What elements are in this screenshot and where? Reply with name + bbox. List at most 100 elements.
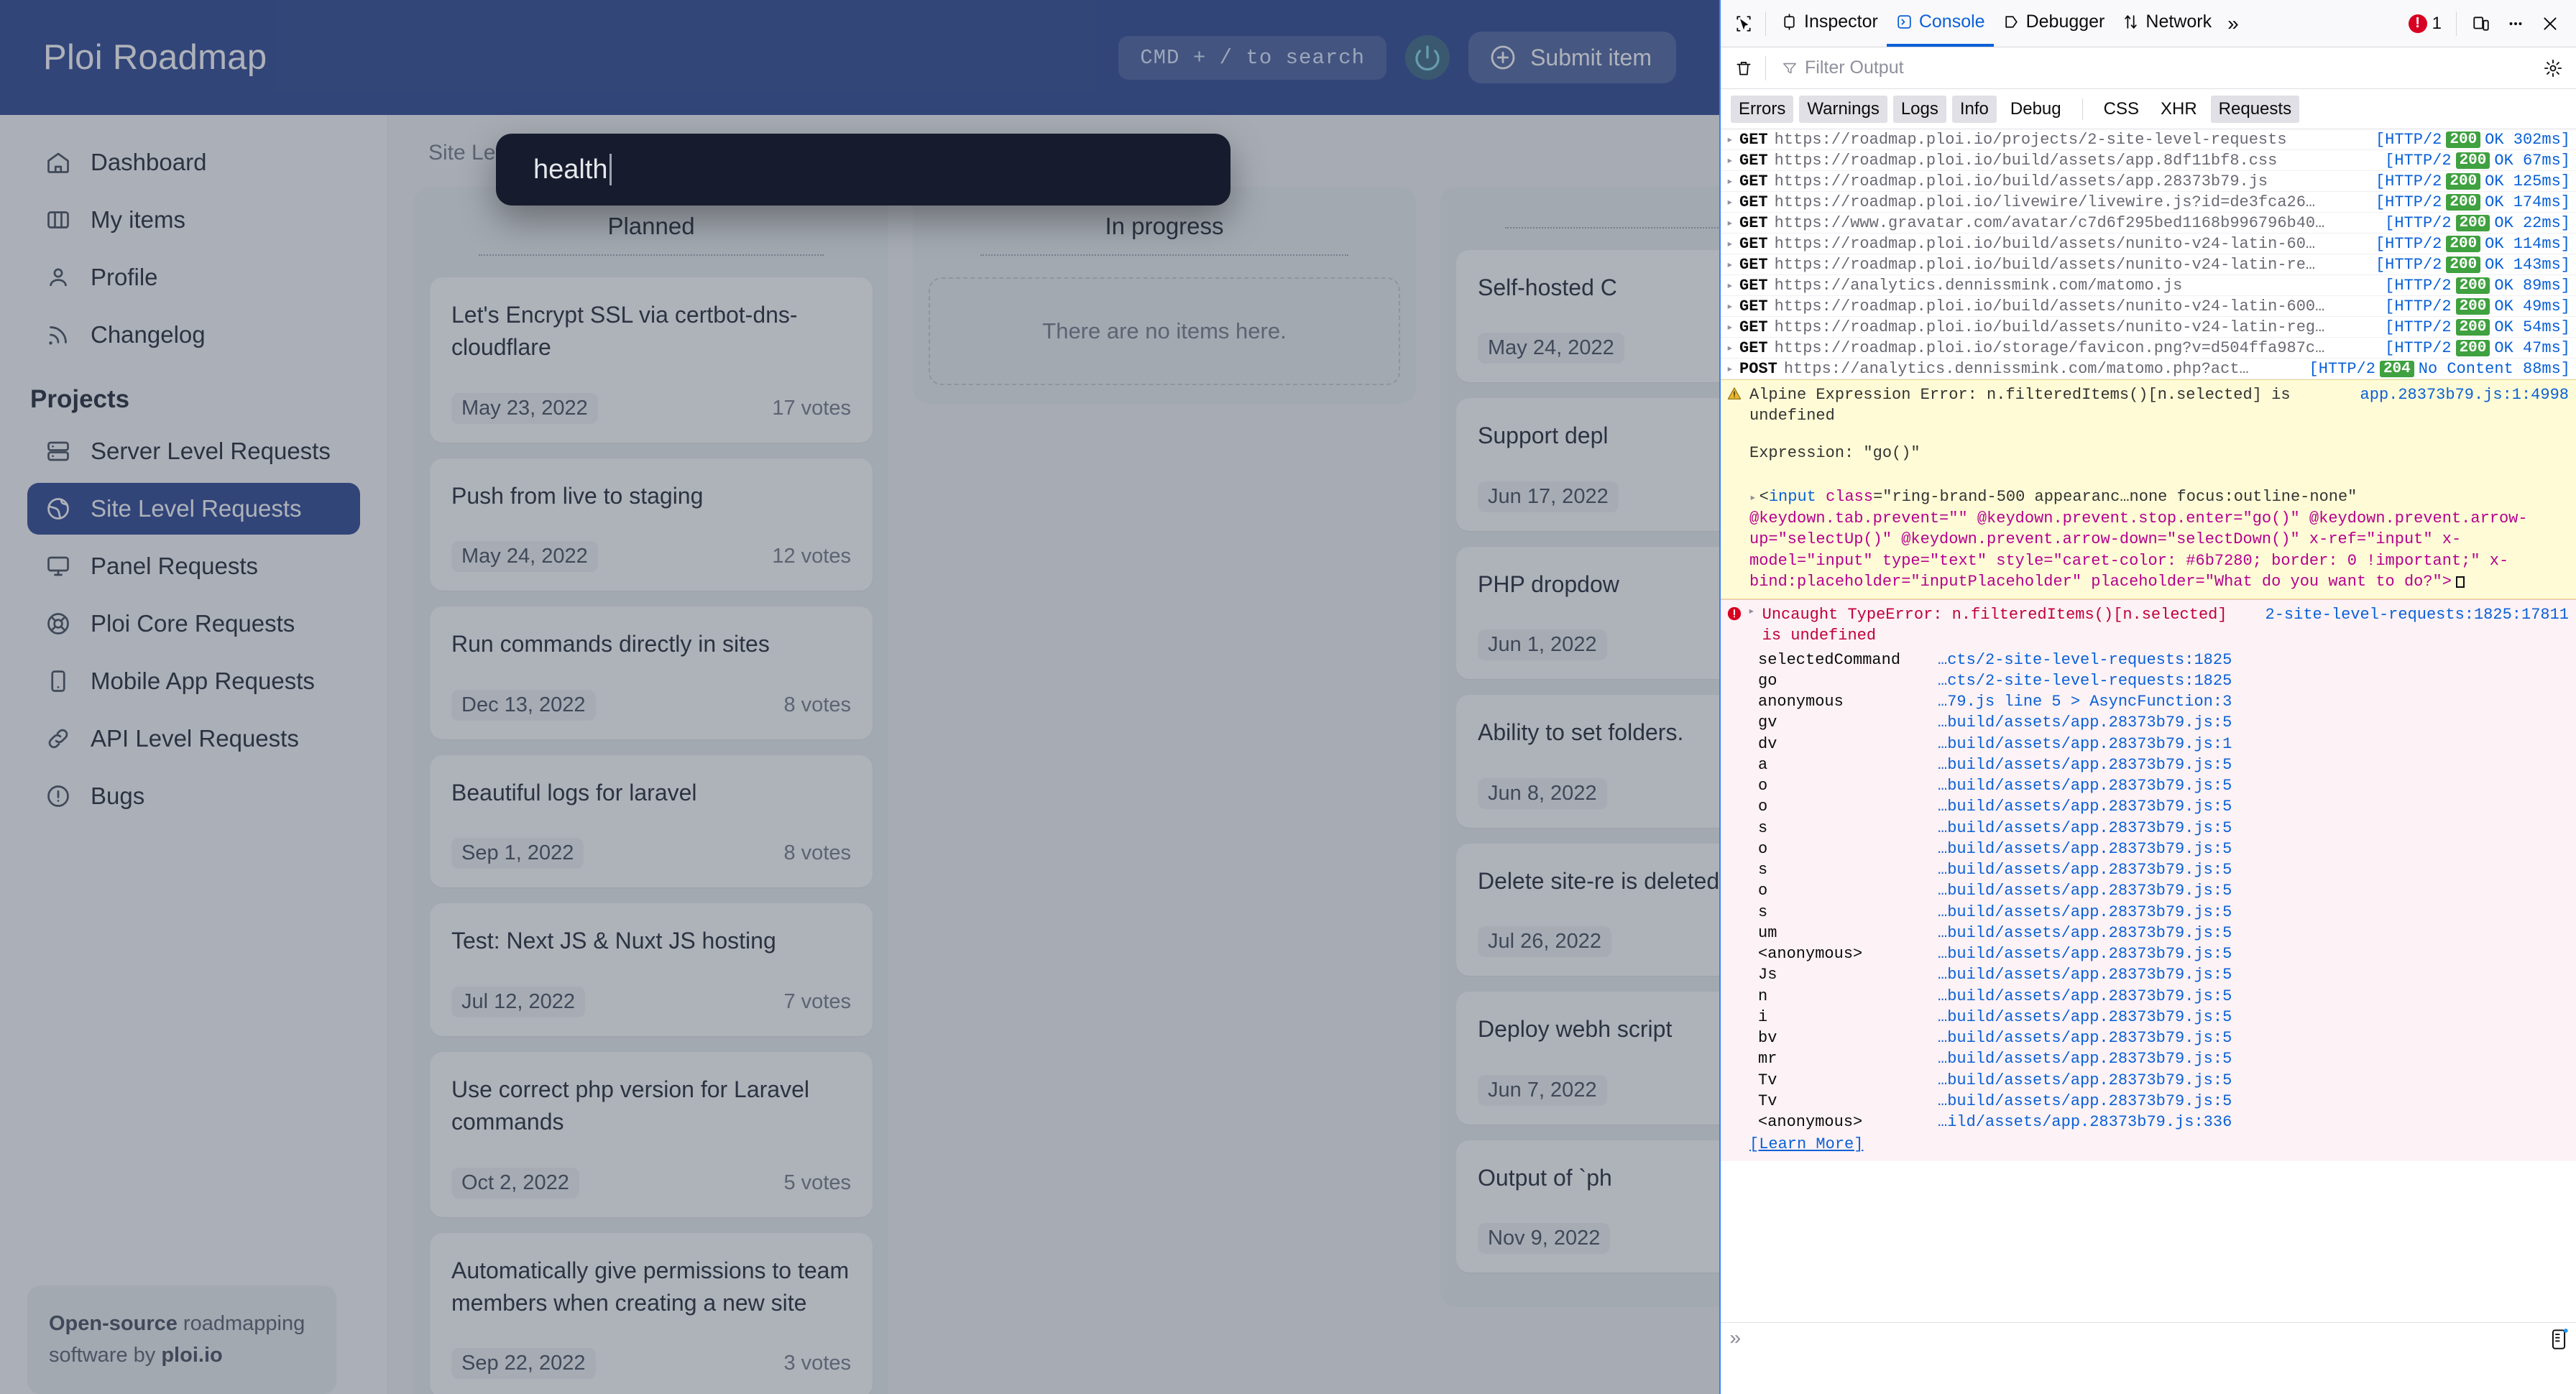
list-item[interactable]: PHP dropdow Jun 1, 2022 (1456, 546, 1719, 680)
console-input-row[interactable]: » (1721, 1322, 2576, 1394)
stack-loc[interactable]: …build/assets/app.28373b79.js:5 (1938, 1070, 2232, 1091)
sidebar-item-changelog[interactable]: Changelog (27, 309, 360, 361)
console-network-row[interactable]: ▸ GET https://roadmap.ploi.io/livewire/l… (1721, 192, 2576, 213)
list-item[interactable]: Test: Next JS & Nuxt JS hosting Jul 12, … (430, 903, 873, 1036)
responsive-mode-icon[interactable] (2465, 8, 2497, 40)
filter-output-input[interactable]: Filter Output (1782, 57, 2537, 78)
tab-network[interactable]: Network (2113, 1, 2220, 47)
stack-loc[interactable]: …build/assets/app.28373b79.js:5 (1938, 1028, 2232, 1048)
expand-triangle-icon[interactable]: ▸ (1748, 604, 1755, 619)
sidebar-item-ploi-core-requests[interactable]: Ploi Core Requests (27, 598, 360, 650)
meatball-menu-icon[interactable] (2500, 8, 2531, 40)
console-network-row[interactable]: ▸ GET https://roadmap.ploi.io/storage/fa… (1721, 338, 2576, 359)
expand-triangle-icon[interactable]: ▸ (1726, 132, 1739, 147)
list-item[interactable]: Output of `ph Nov 9, 2022 (1456, 1140, 1719, 1273)
pick-element-icon[interactable] (1728, 8, 1760, 40)
stack-loc[interactable]: …build/assets/app.28373b79.js:5 (1938, 964, 2232, 985)
sidebar-item-server-level-requests[interactable]: Server Level Requests (27, 425, 360, 477)
stack-loc[interactable]: …build/assets/app.28373b79.js:5 (1938, 880, 2232, 901)
chip-info[interactable]: Info (1951, 95, 1997, 123)
tab-inspector[interactable]: Inspector (1772, 1, 1887, 47)
clear-console-icon[interactable] (1728, 52, 1760, 84)
console-network-row[interactable]: ▸ GET https://roadmap.ploi.io/build/asse… (1721, 317, 2576, 338)
list-item[interactable]: Use correct php version for Laravel comm… (430, 1051, 873, 1217)
console-error-entry[interactable]: ▸ Uncaught TypeError: n.filteredItems()[… (1721, 599, 2576, 1161)
expand-triangle-icon[interactable]: ▸ (1726, 278, 1739, 292)
list-item[interactable]: Push from live to staging May 24, 2022 1… (430, 458, 873, 591)
command-palette-input[interactable]: health (533, 154, 612, 185)
list-item[interactable]: Beautiful logs for laravel Sep 1, 2022 8… (430, 754, 873, 888)
expand-triangle-icon[interactable]: ▸ (1726, 153, 1739, 167)
expand-triangle-icon[interactable]: ▸ (1726, 174, 1739, 188)
expand-triangle-icon[interactable]: ▸ (1726, 341, 1739, 355)
stack-loc[interactable]: …build/assets/app.28373b79.js:5 (1938, 1007, 2232, 1028)
stack-loc[interactable]: …build/assets/app.28373b79.js:5 (1938, 1091, 2232, 1112)
learn-more-link[interactable]: [Learn More] (1726, 1134, 2569, 1155)
expand-triangle-icon[interactable]: ▸ (1749, 491, 1757, 504)
console-network-row[interactable]: ▸ GET https://roadmap.ploi.io/build/asse… (1721, 171, 2576, 192)
console-network-row[interactable]: ▸ GET https://analytics.dennissmink.com/… (1721, 275, 2576, 296)
stack-loc[interactable]: …ild/assets/app.28373b79.js:336 (1938, 1112, 2232, 1132)
sidebar-footer-link[interactable]: ploi.io (161, 1344, 222, 1367)
stack-loc[interactable]: …build/assets/app.28373b79.js:5 (1938, 902, 2232, 923)
error-count-badge[interactable]: ! 1 (2403, 14, 2447, 34)
console-network-row[interactable]: ▸ GET https://roadmap.ploi.io/build/asse… (1721, 254, 2576, 275)
stack-loc[interactable]: …build/assets/app.28373b79.js:5 (1938, 839, 2232, 859)
stack-loc[interactable]: …build/assets/app.28373b79.js:5 (1938, 796, 2232, 817)
expand-triangle-icon[interactable]: ▸ (1726, 299, 1739, 313)
stack-loc[interactable]: …cts/2-site-level-requests:1825 (1938, 650, 2232, 670)
console-network-row[interactable]: ▸ GET https://roadmap.ploi.io/build/asse… (1721, 296, 2576, 317)
split-console-icon[interactable] (2549, 1329, 2569, 1354)
stack-loc[interactable]: …build/assets/app.28373b79.js:5 (1938, 775, 2232, 796)
console-network-row[interactable]: ▸ GET https://www.gravatar.com/avatar/c7… (1721, 213, 2576, 234)
submit-item-button[interactable]: Submit item (1468, 32, 1676, 83)
stack-loc[interactable]: …79.js line 5 > AsyncFunction:3 (1938, 691, 2232, 712)
stack-loc[interactable]: …build/assets/app.28373b79.js:5 (1938, 712, 2232, 733)
expand-triangle-icon[interactable]: ▸ (1726, 361, 1739, 376)
list-item[interactable]: Self-hosted C May 24, 2022 (1456, 250, 1719, 383)
list-item[interactable]: Deploy webh script Jun 7, 2022 (1456, 992, 1719, 1125)
warning-source-link[interactable]: app.28373b79.js:1:4998 (2360, 384, 2569, 405)
list-item[interactable]: Delete site-re is deleted Jul 26, 2022 (1456, 843, 1719, 977)
chip-warnings[interactable]: Warnings (1799, 95, 1887, 123)
stack-loc[interactable]: …build/assets/app.28373b79.js:5 (1938, 1048, 2232, 1069)
sidebar-item-profile[interactable]: Profile (27, 251, 360, 303)
chip-logs[interactable]: Logs (1892, 95, 1946, 123)
stack-loc[interactable]: …build/assets/app.28373b79.js:5 (1938, 818, 2232, 839)
sidebar-item-site-level-requests[interactable]: Site Level Requests (27, 483, 360, 535)
chip-errors[interactable]: Errors (1731, 95, 1794, 123)
expand-triangle-icon[interactable]: ▸ (1726, 236, 1739, 251)
expand-triangle-icon[interactable]: ▸ (1726, 195, 1739, 209)
chip-xhr[interactable]: XHR (2153, 96, 2205, 123)
expand-triangle-icon[interactable]: ▸ (1726, 320, 1739, 334)
avatar[interactable] (1405, 35, 1450, 80)
stack-loc[interactable]: …build/assets/app.28373b79.js:5 (1938, 859, 2232, 880)
expand-triangle-icon[interactable]: ▸ (1726, 216, 1739, 230)
search-hint-button[interactable]: CMD + / to search (1118, 35, 1387, 80)
console-output[interactable]: ▸ GET https://roadmap.ploi.io/projects/2… (1721, 129, 2576, 1365)
expand-triangle-icon[interactable]: ▸ (1726, 257, 1739, 272)
console-network-row[interactable]: ▸ POST https://analytics.dennissmink.com… (1721, 359, 2576, 379)
sidebar-item-dashboard[interactable]: Dashboard (27, 137, 360, 188)
sidebar-item-mobile-app-requests[interactable]: Mobile App Requests (27, 655, 360, 707)
console-network-row[interactable]: ▸ GET https://roadmap.ploi.io/build/asse… (1721, 150, 2576, 171)
tab-console[interactable]: Console (1886, 1, 1994, 47)
list-item[interactable]: Support depl Jun 17, 2022 (1456, 398, 1719, 531)
list-item[interactable]: Ability to set folders. Jun 8, 2022 (1456, 695, 1719, 828)
more-tabs-icon[interactable]: » (2220, 12, 2246, 35)
list-item[interactable]: Let's Encrypt SSL via certbot-dns-cloudf… (430, 277, 873, 443)
tab-debugger[interactable]: Debugger (1994, 1, 2114, 47)
stack-loc[interactable]: …build/assets/app.28373b79.js:5 (1938, 923, 2232, 943)
stack-loc[interactable]: …build/assets/app.28373b79.js:5 (1938, 943, 2232, 964)
list-item[interactable]: Automatically give permissions to team m… (430, 1232, 873, 1394)
stack-loc[interactable]: …build/assets/app.28373b79.js:1 (1938, 734, 2232, 754)
sidebar-item-bugs[interactable]: Bugs (27, 770, 360, 822)
stack-loc[interactable]: …build/assets/app.28373b79.js:5 (1938, 986, 2232, 1007)
chip-requests[interactable]: Requests (2210, 95, 2300, 123)
command-palette[interactable]: health (496, 134, 1230, 206)
console-warning-entry[interactable]: Alpine Expression Error: n.filteredItems… (1721, 379, 2576, 599)
chip-css[interactable]: CSS (2096, 96, 2147, 123)
error-source-link[interactable]: 2-site-level-requests:1825:17811 (2266, 604, 2569, 625)
chip-debug[interactable]: Debug (2002, 96, 2069, 123)
warning-html-node[interactable]: ▸ <input class="ring-brand-500 appearanc…… (1726, 486, 2569, 592)
